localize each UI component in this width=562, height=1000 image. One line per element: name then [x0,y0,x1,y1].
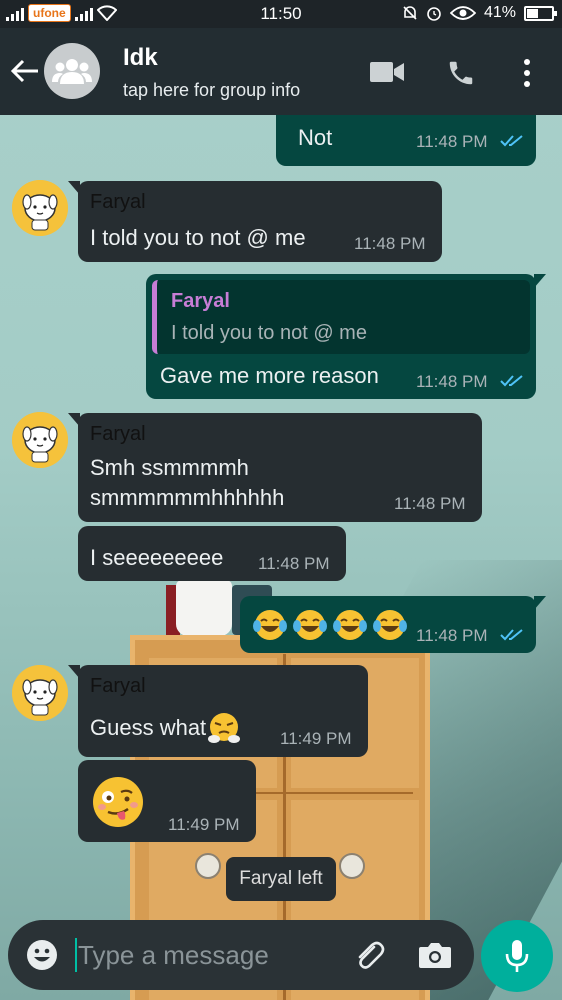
chat-subtitle[interactable]: tap here for group info [123,80,300,101]
double-check-icon [500,135,523,147]
avatar-character-icon [12,412,68,468]
double-check-icon [500,629,523,641]
message-text: Gave me more reason [160,363,379,388]
attach-icon[interactable] [352,938,386,972]
battery-percent: 41% [483,4,516,21]
message-time: 11:49 PM [280,729,352,748]
woozy-face-emoji-icon [93,777,143,827]
laughing-tears-emoji-icon [373,610,407,640]
laughing-tears-emoji-icon [333,610,367,640]
sender-name: Faryal [90,675,146,697]
avatar[interactable] [12,665,68,721]
message-text: Not [298,125,333,150]
message-incoming[interactable]: Faryal Smh ssmmmmh smmmmmmhhhhhh 11:48 P… [68,413,482,522]
message-incoming[interactable]: Faryal Guess what 11:49 PM [68,665,368,757]
message-text-line1: Smh ssmmmmh [90,455,249,480]
text-caret [75,938,77,972]
steam-from-nose-emoji-icon [208,713,241,743]
message-time: 11:48 PM [416,626,488,645]
message-outgoing[interactable]: Not 11:48 PM [276,115,536,166]
message-incoming[interactable]: Faryal I told you to not @ me 11:48 PM [68,181,442,262]
back-arrow-icon[interactable] [10,58,40,84]
message-time: 11:48 PM [354,234,426,253]
status-bar: ufone 11:50 41% [0,0,562,28]
message-time: 11:49 PM [168,815,240,834]
message-composer[interactable]: Type a message [8,920,474,990]
message-incoming-emoji[interactable]: 11:49 PM [78,760,256,842]
laughing-tears-emoji-icon [293,610,327,640]
message-time: 11:48 PM [416,372,488,391]
avatar[interactable] [12,180,68,236]
message-time: 11:48 PM [394,494,466,513]
avatar[interactable] [12,412,68,468]
voice-record-button[interactable] [481,920,553,992]
message-text: I told you to not @ me [90,225,306,250]
video-call-icon[interactable] [370,61,404,83]
laughing-tears-emoji-icon [253,610,287,640]
group-icon [52,59,92,84]
eye-icon [449,6,476,20]
chat-header[interactable]: Idk tap here for group info [0,28,562,115]
emoji-icon[interactable] [26,939,58,971]
message-input[interactable]: Type a message [78,940,269,971]
battery-icon [524,5,557,21]
sender-name: Faryal [90,423,146,445]
message-list[interactable]: Not 11:48 PM Faryal I told you to not @ … [0,115,562,920]
camera-icon[interactable] [418,941,452,969]
message-outgoing-reply[interactable]: Faryal I told you to not @ me Gave me mo… [146,274,546,399]
message-text: I seeeeeeeee [90,545,224,570]
message-incoming[interactable]: I seeeeeeeee 11:48 PM [78,526,346,581]
alarm-icon [427,7,441,21]
group-avatar[interactable] [44,43,100,99]
system-message: Faryal left [226,857,336,901]
message-time: 11:48 PM [258,554,330,573]
message-time: 11:48 PM [416,132,488,151]
chat-title[interactable]: Idk [123,44,158,72]
quoted-text: I told you to not @ me [171,322,367,344]
more-vert-icon[interactable] [520,58,534,88]
avatar-character-icon [12,180,68,236]
message-text: Guess what [90,715,207,740]
quoted-message[interactable]: Faryal I told you to not @ me [152,280,530,354]
avatar-character-icon [12,665,68,721]
message-text-line2: smmmmmmhhhhhh [90,485,285,510]
sender-name: Faryal [90,191,146,213]
double-check-icon [500,375,523,387]
phone-icon[interactable] [446,58,476,88]
mute-notification-icon [403,6,417,20]
quoted-sender: Faryal [171,290,230,312]
message-outgoing-emoji[interactable]: 11:48 PM [240,596,546,653]
mic-icon [505,940,529,972]
